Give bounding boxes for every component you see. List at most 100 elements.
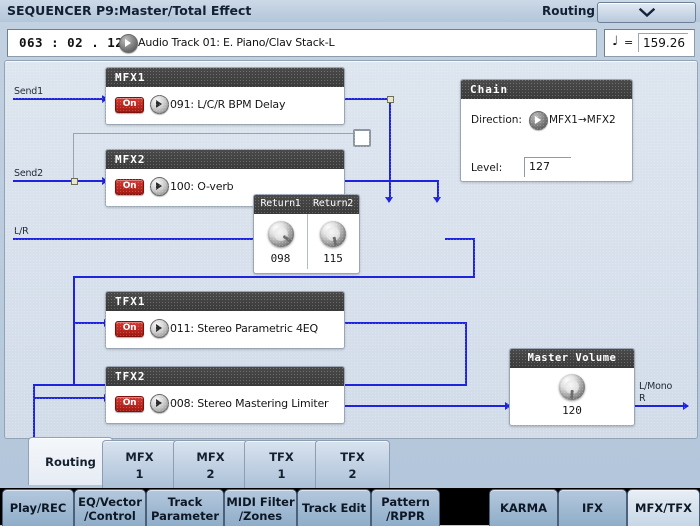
mfx1-body: On 091: L/C/R BPM Delay (106, 87, 344, 124)
label-send1: Send1 (14, 86, 43, 97)
quarter-note-icon: ♩ (612, 34, 619, 49)
mfx2-program-arrow-icon[interactable] (150, 177, 169, 196)
page-select-dropdown[interactable] (597, 2, 696, 23)
return2-knob[interactable] (320, 221, 346, 247)
bottom-tab-track-parameter-label2: Parameter (150, 509, 220, 523)
tfx1-program-name[interactable]: 011: Stereo Parametric 4EQ (170, 322, 318, 335)
master-volume-value: 120 (562, 404, 582, 417)
wire-mfx1-out (343, 98, 391, 100)
master-volume-title: Master Volume (527, 352, 617, 364)
tempo-field[interactable]: ♩ = 159.26 (604, 29, 695, 57)
tfx1-on-button[interactable]: On (115, 321, 144, 337)
tfx1-program-arrow-icon[interactable] (150, 319, 169, 338)
mfx1-title: MFX1 (115, 71, 146, 84)
chain-body: Direction: MFX1→MFX2 Level: 127 (461, 99, 632, 181)
tab-tfx2-label1: TFX (340, 450, 365, 464)
label-output-r: R (639, 393, 646, 404)
bottom-tab-pattern-rppr[interactable]: Pattern /RPPR (371, 489, 440, 526)
bottom-tab-midi-filter[interactable]: MIDI Filter /Zones (224, 489, 297, 526)
tab-mfx1-label2: 1 (135, 467, 144, 481)
chain-toggle-button[interactable] (353, 129, 371, 147)
wire-return-down (473, 238, 475, 278)
korg-sequencer-screen: SEQUENCER P9:Master/Total Effect Routing… (0, 0, 700, 526)
return1-header: Return1 (254, 195, 307, 214)
bottom-tab-bar: Play/REC EQ/Vector /Control Track Parame… (0, 488, 700, 526)
mfx2-on-button[interactable]: On (115, 179, 144, 195)
bottom-tab-karma-label: KARMA (499, 501, 547, 515)
page-title: SEQUENCER P9:Master/Total Effect (7, 3, 252, 18)
tab-mfx2-label1: MFX (196, 450, 225, 464)
bottom-tab-eq-vector-label1: EQ/Vector (78, 495, 142, 509)
tab-mfx2-label2: 2 (206, 467, 215, 481)
return-box: Return1 Return2 098 115 (253, 194, 360, 274)
bottom-tab-play-rec[interactable]: Play/REC (2, 489, 74, 526)
wire-tfx2-out (343, 405, 509, 407)
tab-tfx2[interactable]: TFX 2 (315, 440, 390, 488)
tfx2-on-label: On (122, 398, 137, 408)
chain-box: Chain Direction: MFX1→MFX2 Level: 127 (460, 79, 633, 182)
mfx1-program-name[interactable]: 091: L/C/R BPM Delay (170, 98, 285, 111)
tfx2-program-arrow-icon[interactable] (150, 394, 169, 413)
wire-tfx1-out (343, 322, 467, 324)
return1-value: 098 (270, 252, 291, 265)
tempo-value[interactable]: 159.26 (638, 33, 688, 52)
wire-mfx2-out (343, 180, 439, 182)
bottom-tab-eq-vector[interactable]: EQ/Vector /Control (74, 489, 146, 526)
return1-label: Return1 (260, 198, 301, 209)
label-lr: L/R (14, 226, 29, 237)
mfx2-header: MFX2 (106, 150, 344, 169)
tfx1-header: TFX1 (106, 292, 344, 311)
tab-routing[interactable]: Routing (28, 437, 113, 485)
wire-to-tfx1-top (73, 276, 475, 278)
mfx1-on-button[interactable]: On (115, 97, 144, 113)
master-volume-knob[interactable] (559, 374, 585, 400)
bottom-tab-eq-vector-label2: /Control (84, 509, 136, 523)
tfx2-title: TFX2 (115, 370, 146, 383)
wire-master-out (633, 405, 688, 407)
return1-knob[interactable] (268, 221, 294, 247)
bottom-tab-play-rec-label: Play/REC (9, 501, 67, 515)
chain-node (71, 178, 78, 185)
wire-chain-horizontal (73, 133, 355, 134)
mfx1-program-arrow-icon[interactable] (150, 95, 169, 114)
wire-chain-vertical (73, 133, 74, 181)
location-field[interactable]: 063 : 02 . 125 Audio Track 01: E. Piano/… (7, 29, 597, 57)
arrow-right-circle-icon[interactable] (119, 34, 138, 53)
wire-send2 (13, 180, 104, 182)
chain-direction-arrow-icon[interactable] (529, 111, 548, 130)
tab-tfx1-label2: 1 (277, 467, 286, 481)
arrow-mfx2-to-return2 (433, 197, 441, 203)
arrow-mfx1-to-return1 (385, 197, 393, 203)
bottom-tab-track-parameter[interactable]: Track Parameter (146, 489, 224, 526)
master-volume-box: Master Volume 120 (509, 348, 635, 426)
arrow-output (683, 402, 689, 410)
chain-direction-value[interactable]: MFX1→MFX2 (549, 114, 616, 126)
chevron-down-icon (638, 2, 655, 21)
chain-level-value[interactable]: 127 (524, 157, 571, 177)
wire-send1 (13, 98, 104, 100)
wire-to-tfx1-left (73, 276, 75, 384)
tfx2-on-button[interactable]: On (115, 396, 144, 412)
tfx2-program-name[interactable]: 008: Stereo Mastering Limiter (170, 397, 329, 410)
tab-mfx1[interactable]: MFX 1 (102, 440, 177, 488)
tfx2-body: On 008: Stereo Mastering Limiter (106, 386, 344, 423)
location-bar: 063 : 02 . 125 Audio Track 01: E. Piano/… (7, 29, 695, 57)
measure-position: 063 : 02 . 125 (19, 35, 132, 50)
bottom-tab-karma[interactable]: KARMA (489, 489, 558, 526)
bottom-tab-mfx-tfx[interactable]: MFX/TFX (627, 489, 700, 526)
chain-level-label: Level: (471, 162, 503, 174)
bottom-tab-midi-filter-label1: MIDI Filter (226, 495, 295, 509)
wire-return-out (445, 238, 475, 240)
tempo-equals-sign: = (624, 36, 634, 49)
tfx1-box: TFX1 On 011: Stereo Parametric 4EQ (105, 291, 345, 349)
tab-mfx2[interactable]: MFX 2 (173, 440, 248, 488)
bottom-tab-ifx[interactable]: IFX (558, 489, 627, 526)
mfx2-program-name[interactable]: 100: O-verb (170, 180, 234, 193)
tfx1-on-label: On (122, 323, 137, 333)
tab-tfx1[interactable]: TFX 1 (244, 440, 319, 488)
chain-direction-label: Direction: (471, 114, 522, 126)
bottom-tab-pattern-rppr-label2: /RPPR (386, 509, 425, 523)
bottom-tab-pattern-rppr-label1: Pattern (381, 495, 430, 509)
selected-track-name: Audio Track 01: E. Piano/Clav Stack-L (138, 36, 335, 49)
bottom-tab-track-edit[interactable]: Track Edit (297, 489, 371, 526)
